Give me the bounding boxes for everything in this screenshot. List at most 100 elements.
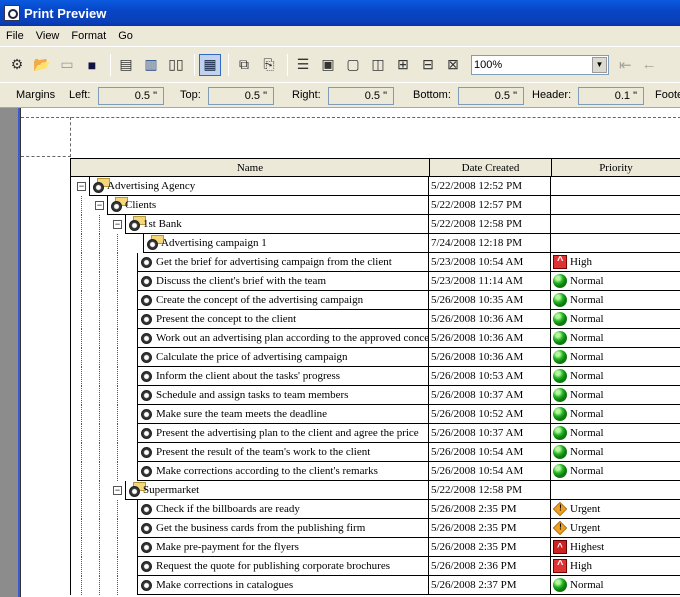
table-row[interactable]: Present the result of the team's work to… bbox=[70, 443, 680, 462]
collapse-toggle[interactable]: − bbox=[95, 201, 104, 210]
header-margin-field[interactable]: 0.1 " bbox=[578, 87, 644, 105]
row-name: Get the business cards from the publishi… bbox=[156, 522, 366, 534]
row-name: 1st Bank bbox=[143, 218, 182, 230]
top-margin-label: Top: bbox=[180, 89, 201, 101]
table-row[interactable]: Make sure the team meets the deadline 5/2… bbox=[70, 405, 680, 424]
row-priority: Normal bbox=[551, 329, 680, 348]
table-row[interactable]: Schedule and assign tasks to team member… bbox=[70, 386, 680, 405]
table-row[interactable]: Discuss the client's brief with the team… bbox=[70, 272, 680, 291]
bottom-margin-field[interactable]: 0.5 " bbox=[458, 87, 524, 105]
multiple-pages-icon[interactable]: ⊠ bbox=[442, 54, 464, 76]
task-icon bbox=[141, 276, 152, 287]
right-margin-label: Right: bbox=[292, 89, 321, 101]
options-icon[interactable]: ⚙ bbox=[6, 54, 28, 76]
collapse-toggle[interactable]: − bbox=[77, 182, 86, 191]
row-name: Check if the billboards are ready bbox=[156, 503, 300, 515]
table-row[interactable]: − Clients 5/22/2008 12:57 PM bbox=[70, 196, 680, 215]
table-row[interactable]: Calculate the price of advertising campa… bbox=[70, 348, 680, 367]
collapse-toggle[interactable]: − bbox=[113, 220, 122, 229]
row-priority: Normal bbox=[551, 576, 680, 595]
table-row[interactable]: − 1st Bank 5/22/2008 12:58 PM bbox=[70, 215, 680, 234]
export-icon[interactable]: ⎘ bbox=[258, 54, 280, 76]
row-date: 5/26/2008 10:53 AM bbox=[429, 367, 551, 386]
column-header-name[interactable]: Name bbox=[71, 159, 430, 176]
preview-area[interactable]: Name Date Created Priority − Advertising … bbox=[0, 108, 680, 597]
table-row[interactable]: Get the brief for advertising campaign f… bbox=[70, 253, 680, 272]
table-row[interactable]: − Advertising Agency 5/22/2008 12:52 PM bbox=[70, 177, 680, 196]
collapse-toggle[interactable]: − bbox=[113, 486, 122, 495]
row-name: Advertising campaign 1 bbox=[161, 237, 267, 249]
table-row[interactable]: Request the quote for publishing corpora… bbox=[70, 557, 680, 576]
menu-file[interactable]: File bbox=[0, 30, 30, 42]
row-date: 5/22/2008 12:58 PM bbox=[429, 481, 551, 500]
table-row[interactable]: Get the business cards from the publishi… bbox=[70, 519, 680, 538]
table-row[interactable]: Check if the billboards are ready 5/26/20… bbox=[70, 500, 680, 519]
row-priority bbox=[551, 215, 680, 234]
task-icon bbox=[141, 466, 152, 477]
priority-label: High bbox=[570, 256, 592, 268]
priority-label: Normal bbox=[570, 579, 604, 591]
margins-title: Margins bbox=[16, 89, 56, 101]
row-priority: Normal bbox=[551, 348, 680, 367]
urgent-priority-icon bbox=[552, 501, 568, 517]
table-row[interactable]: − Supermarket 5/22/2008 12:58 PM bbox=[70, 481, 680, 500]
priority-label: Normal bbox=[570, 294, 604, 306]
row-name: Create the concept of the advertising ca… bbox=[156, 294, 364, 306]
six-pages-icon[interactable]: ⊟ bbox=[417, 54, 439, 76]
column-header-date[interactable]: Date Created bbox=[430, 159, 552, 176]
left-margin-field[interactable]: 0.5 " bbox=[98, 87, 164, 105]
task-icon bbox=[141, 257, 152, 268]
zoom-select[interactable]: 100% ▼ bbox=[471, 54, 609, 75]
table-row[interactable]: Advertising campaign 1 7/24/2008 12:18 PM bbox=[70, 234, 680, 253]
normal-priority-icon bbox=[553, 426, 567, 440]
four-pages-icon[interactable]: ⊞ bbox=[392, 54, 414, 76]
folder-up-icon[interactable]: ▭ bbox=[56, 54, 78, 76]
header-margin-label: Header: bbox=[532, 89, 572, 101]
table-row[interactable]: Present the concept to the client 5/26/20… bbox=[70, 310, 680, 329]
margins-bar: Margins Left: 0.5 " Top: 0.5 " Right: 0.… bbox=[0, 82, 680, 108]
task-icon bbox=[141, 542, 152, 553]
top-margin-field[interactable]: 0.5 " bbox=[208, 87, 274, 105]
table-row[interactable]: Make corrections according to the client… bbox=[70, 462, 680, 481]
table-row[interactable]: Inform the client about the tasks' progr… bbox=[70, 367, 680, 386]
two-pages-icon[interactable]: ◫ bbox=[367, 54, 389, 76]
row-name: Make sure the team meets the deadline bbox=[156, 408, 328, 420]
single-page-icon[interactable]: ▦ bbox=[199, 53, 221, 76]
table-row[interactable]: Present the advertising plan to the clie… bbox=[70, 424, 680, 443]
menu-format[interactable]: Format bbox=[65, 30, 112, 42]
prev-page-icon[interactable]: ← bbox=[642, 56, 657, 73]
priority-label: Normal bbox=[570, 446, 604, 458]
preview-page: Name Date Created Priority − Advertising … bbox=[20, 108, 680, 597]
print-icon[interactable]: ▤ bbox=[115, 54, 137, 76]
bottom-margin-label: Bottom: bbox=[413, 89, 451, 101]
page-width-icon[interactable]: ☰ bbox=[292, 54, 314, 76]
table-row[interactable]: Work out an advertising plan according t… bbox=[70, 329, 680, 348]
header-footer-icon[interactable]: ▣ bbox=[317, 54, 339, 76]
row-name: Clients bbox=[125, 199, 157, 211]
one-page-icon[interactable]: ▢ bbox=[342, 54, 364, 76]
row-priority: Urgent bbox=[551, 519, 680, 538]
menu-view[interactable]: View bbox=[30, 30, 66, 42]
priority-label: Normal bbox=[570, 465, 604, 477]
column-header-priority[interactable]: Priority bbox=[552, 159, 680, 176]
node-icon bbox=[111, 201, 122, 212]
priority-label: Urgent bbox=[570, 503, 601, 515]
first-page-icon[interactable]: ⇤ bbox=[619, 56, 632, 74]
priority-label: Normal bbox=[570, 389, 604, 401]
open-icon[interactable]: 📂 bbox=[31, 54, 53, 76]
book-icon[interactable]: ▯▯ bbox=[165, 54, 187, 76]
table-row[interactable]: Make corrections in catalogues 5/26/2008 … bbox=[70, 576, 680, 595]
normal-priority-icon bbox=[553, 331, 567, 345]
right-margin-field[interactable]: 0.5 " bbox=[328, 87, 394, 105]
menu-go[interactable]: Go bbox=[112, 30, 139, 42]
high-priority-icon bbox=[553, 559, 567, 573]
normal-priority-icon bbox=[553, 407, 567, 421]
save-icon[interactable]: ■ bbox=[81, 54, 103, 76]
table-row[interactable]: Create the concept of the advertising ca… bbox=[70, 291, 680, 310]
copy-icon[interactable]: ⧉ bbox=[233, 54, 255, 76]
row-name: Make pre-payment for the flyers bbox=[156, 541, 299, 553]
table-row[interactable]: Make pre-payment for the flyers 5/26/2008… bbox=[70, 538, 680, 557]
print-setup-icon[interactable]: ▥ bbox=[140, 54, 162, 76]
row-priority: High bbox=[551, 253, 680, 272]
chevron-down-icon[interactable]: ▼ bbox=[592, 56, 607, 73]
